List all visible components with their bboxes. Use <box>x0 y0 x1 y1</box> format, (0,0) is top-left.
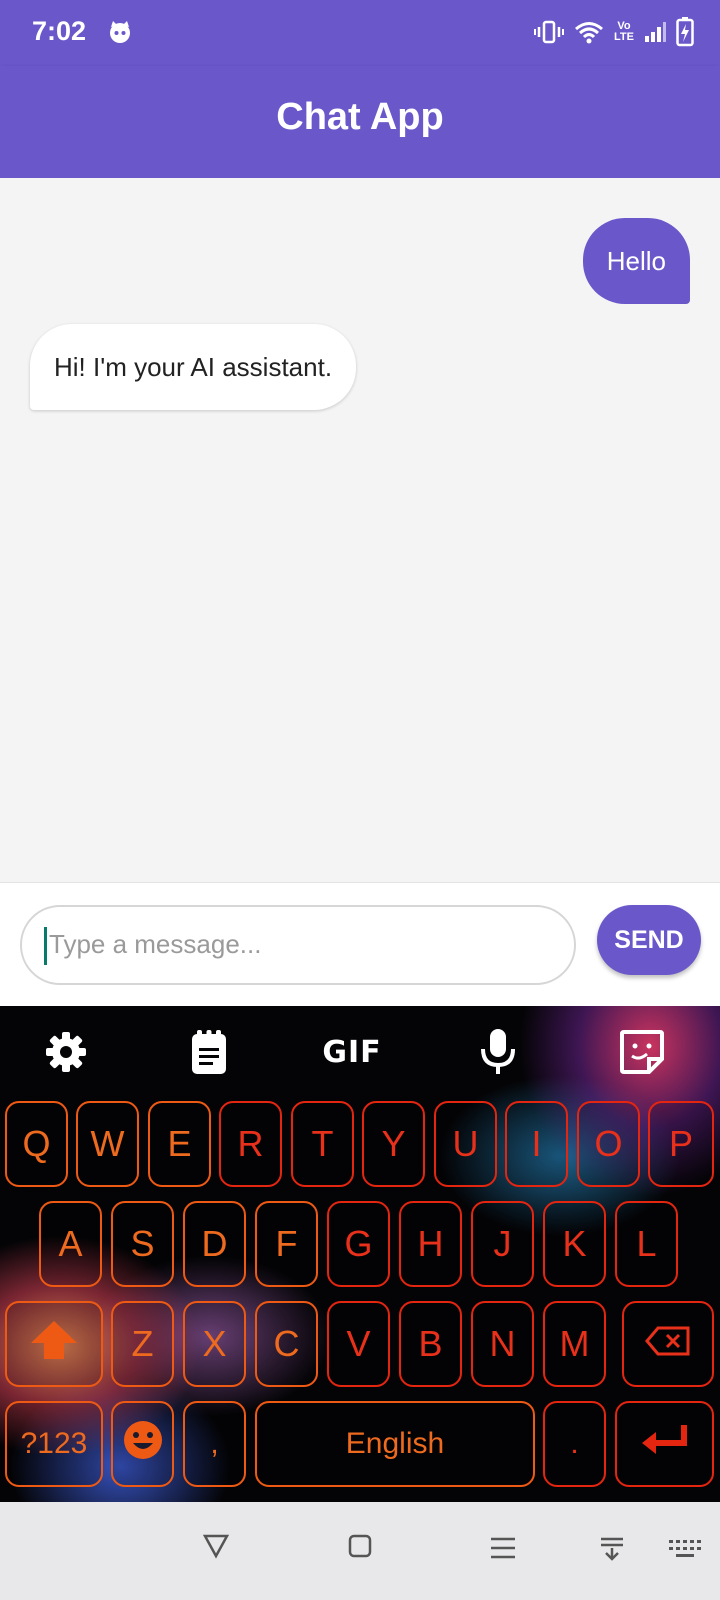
key-y[interactable]: Y <box>362 1101 425 1187</box>
key-m[interactable]: M <box>543 1301 606 1387</box>
key-o[interactable]: O <box>577 1101 640 1187</box>
enter-key[interactable] <box>615 1401 714 1487</box>
microphone-icon[interactable] <box>472 1026 524 1078</box>
key-j[interactable]: J <box>471 1201 534 1287</box>
key-q[interactable]: Q <box>5 1101 68 1187</box>
message-composer: Type a message... SEND <box>0 882 720 1006</box>
message-input[interactable]: Type a message... <box>20 905 576 985</box>
symbols-key[interactable]: ?123 <box>5 1401 103 1487</box>
shift-key[interactable] <box>5 1301 103 1387</box>
navigation-bar <box>0 1502 720 1600</box>
keyboard: GIF Q W E R T Y U I O P A S D F G H J K … <box>0 1006 720 1502</box>
key-n[interactable]: N <box>471 1301 534 1387</box>
key-k[interactable]: K <box>543 1201 606 1287</box>
gear-icon[interactable] <box>40 1026 92 1078</box>
backspace-key[interactable] <box>622 1301 714 1387</box>
emoji-icon <box>122 1419 164 1470</box>
key-t[interactable]: T <box>291 1101 354 1187</box>
key-x[interactable]: X <box>183 1301 246 1387</box>
key-e[interactable]: E <box>148 1101 211 1187</box>
signal-icon <box>644 21 666 43</box>
hide-keyboard-icon[interactable] <box>600 1536 624 1567</box>
backspace-icon <box>645 1323 691 1365</box>
back-icon[interactable] <box>202 1532 230 1565</box>
app-title: Chat App <box>276 96 444 138</box>
key-p[interactable]: P <box>648 1101 714 1187</box>
space-key[interactable]: English <box>255 1401 535 1487</box>
key-d[interactable]: D <box>183 1201 246 1287</box>
key-u[interactable]: U <box>434 1101 497 1187</box>
key-r[interactable]: R <box>219 1101 282 1187</box>
send-button[interactable]: SEND <box>597 905 701 975</box>
comma-key[interactable]: , <box>183 1401 246 1487</box>
keyboard-toolbar: GIF <box>0 1006 720 1096</box>
message-input-placeholder: Type a message... <box>49 929 262 959</box>
key-c[interactable]: C <box>255 1301 318 1387</box>
key-s[interactable]: S <box>111 1201 174 1287</box>
key-f[interactable]: F <box>255 1201 318 1287</box>
key-z[interactable]: Z <box>111 1301 174 1387</box>
battery-charging-icon <box>676 17 694 47</box>
period-key[interactable]: . <box>543 1401 606 1487</box>
keyboard-switch-icon[interactable] <box>668 1538 702 1565</box>
emoji-key[interactable] <box>111 1401 174 1487</box>
key-a[interactable]: A <box>39 1201 102 1287</box>
gif-button[interactable]: GIF <box>316 1026 388 1078</box>
wifi-icon <box>574 20 604 44</box>
gif-label: GIF <box>322 1034 382 1070</box>
sticker-icon[interactable] <box>616 1026 668 1078</box>
key-h[interactable]: H <box>399 1201 462 1287</box>
status-bar: 7:02 Vo LTE <box>0 0 720 66</box>
cat-notification-icon <box>108 20 132 44</box>
chat-message-list[interactable]: Hello Hi! I'm your AI assistant. <box>0 178 720 882</box>
volte-icon: Vo LTE <box>614 20 634 43</box>
user-message-bubble: Hello <box>582 218 690 304</box>
app-bar: Chat App <box>0 66 720 178</box>
key-l[interactable]: L <box>615 1201 678 1287</box>
status-time: 7:02 <box>32 16 87 46</box>
text-caret <box>44 927 47 965</box>
assistant-message-bubble: Hi! I'm your AI assistant. <box>30 324 357 410</box>
key-v[interactable]: V <box>327 1301 390 1387</box>
key-w[interactable]: W <box>76 1101 139 1187</box>
key-i[interactable]: I <box>505 1101 568 1187</box>
key-g[interactable]: G <box>327 1201 390 1287</box>
enter-icon <box>640 1423 690 1466</box>
shift-icon <box>29 1319 79 1370</box>
vibrate-icon <box>534 20 564 44</box>
home-icon[interactable] <box>348 1534 372 1563</box>
recents-icon[interactable] <box>490 1536 516 1565</box>
clipboard-icon[interactable] <box>183 1026 235 1078</box>
key-b[interactable]: B <box>399 1301 462 1387</box>
